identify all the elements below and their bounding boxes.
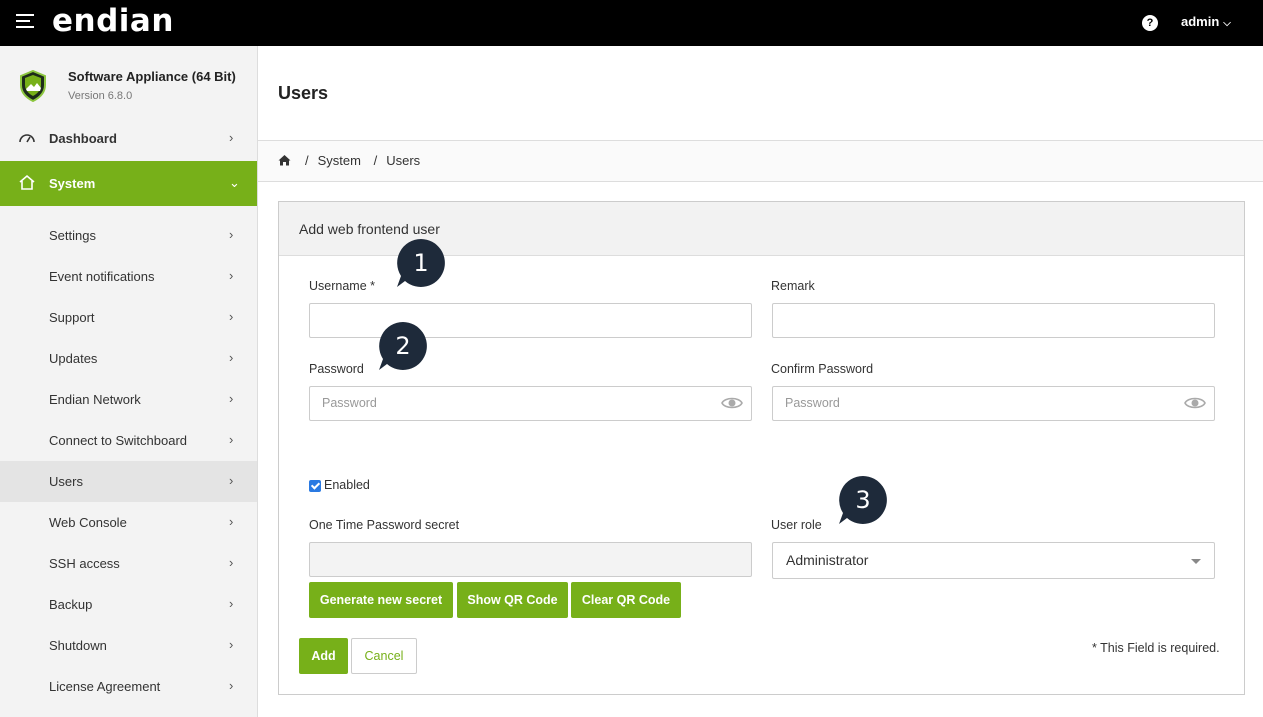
username-input[interactable] — [309, 303, 752, 338]
product-brand: Software Appliance (64 Bit) Version 6.8.… — [0, 46, 257, 116]
panel-title: Add web frontend user — [299, 221, 440, 237]
sidebar-item-ssh-access[interactable]: SSH access › — [0, 543, 257, 584]
callout-number: 1 — [413, 249, 429, 277]
sidebar-item-dashboard[interactable]: Dashboard › — [0, 118, 257, 159]
sidebar-item-label: SSH access — [49, 556, 120, 571]
clear-qr-code-button[interactable]: Clear QR Code — [571, 582, 681, 618]
username-label: Username * — [309, 279, 375, 293]
sidebar-item-shutdown[interactable]: Shutdown › — [0, 625, 257, 666]
gauge-icon — [19, 134, 35, 143]
sidebar-item-connect-to-switchboard[interactable]: Connect to Switchboard › — [0, 420, 257, 461]
help-icon[interactable]: ? — [1142, 15, 1158, 31]
sidebar-item-label: Event notifications — [49, 269, 155, 284]
sidebar-item-label: Endian Network — [49, 392, 141, 407]
chevron-right-icon: › — [229, 350, 234, 365]
sidebar-item-label: Backup — [49, 597, 93, 612]
confirm-password-placeholder: Password — [785, 396, 840, 410]
user-role-value: Administrator — [786, 552, 869, 568]
home-icon[interactable] — [278, 154, 291, 166]
remark-label: Remark — [771, 279, 815, 293]
main-content: Users / System / Users Add web frontend us… — [258, 46, 1263, 717]
sidebar-item-license-agreement[interactable]: License Agreement › — [0, 666, 257, 707]
product-version: Version 6.8.0 — [68, 90, 133, 102]
sidebar-item-label: Web Console — [49, 515, 127, 530]
otp-secret-input — [309, 542, 752, 577]
password-input[interactable]: Password — [309, 386, 752, 421]
chevron-right-icon: › — [229, 637, 234, 652]
sidebar-item-label: License Agreement — [49, 679, 161, 694]
chevron-down-icon: ⌄ — [229, 175, 240, 190]
callout-3: 3 — [838, 475, 888, 525]
show-qr-code-button[interactable]: Show QR Code — [457, 582, 568, 618]
sidebar-item-users[interactable]: Users › — [0, 461, 257, 502]
sidebar-item-label: System — [49, 176, 96, 191]
chevron-right-icon: › — [229, 678, 234, 693]
endian-logo[interactable]: endian — [52, 3, 174, 39]
sidebar-item-settings[interactable]: Settings › — [0, 215, 257, 256]
shield-logo-icon — [20, 70, 46, 102]
hamburger-menu-icon[interactable] — [16, 14, 34, 30]
product-name: Software Appliance (64 Bit) — [68, 69, 236, 84]
password-placeholder: Password — [322, 396, 377, 410]
sidebar-item-event-notifications[interactable]: Event notifications › — [0, 256, 257, 297]
sidebar-item-label: Shutdown — [49, 638, 107, 653]
sidebar-item-support[interactable]: Support › — [0, 297, 257, 338]
sidebar-item-label: Settings — [49, 228, 96, 243]
sidebar-item-updates[interactable]: Updates › — [0, 338, 257, 379]
cancel-button[interactable]: Cancel — [351, 638, 417, 674]
sidebar-item-label: Support — [49, 310, 95, 325]
eye-icon[interactable] — [1184, 395, 1206, 411]
sidebar-item-label: Dashboard — [49, 131, 117, 146]
breadcrumb-separator: / — [305, 153, 309, 168]
home-icon — [19, 174, 35, 190]
callout-1: 1 — [396, 238, 446, 288]
page-header: Users — [258, 46, 1263, 141]
chevron-right-icon: › — [229, 227, 234, 242]
sidebar-item-label: Users — [49, 474, 83, 489]
required-field-note: * This Field is required. — [1092, 641, 1220, 655]
sidebar-item-web-console[interactable]: Web Console › — [0, 502, 257, 543]
enabled-checkbox[interactable] — [309, 480, 321, 492]
confirm-password-input[interactable]: Password — [772, 386, 1215, 421]
chevron-right-icon: › — [229, 596, 234, 611]
dropdown-caret-icon — [1191, 559, 1201, 564]
enabled-label: Enabled — [324, 478, 370, 492]
chevron-right-icon: › — [229, 130, 234, 145]
breadcrumb: / System / Users — [258, 141, 1263, 182]
callout-number: 2 — [395, 332, 411, 360]
sidebar-item-backup[interactable]: Backup › — [0, 584, 257, 625]
breadcrumb-trail: / System / Users — [305, 153, 420, 168]
remark-input[interactable] — [772, 303, 1215, 338]
chevron-down-icon: ⌵ — [1223, 18, 1231, 29]
breadcrumb-users: Users — [386, 153, 421, 168]
user-role-select[interactable]: Administrator — [772, 542, 1215, 579]
sidebar-item-label: Updates — [49, 351, 98, 366]
otp-secret-label: One Time Password secret — [309, 518, 460, 532]
eye-icon[interactable] — [721, 395, 743, 411]
chevron-right-icon: › — [229, 473, 234, 488]
sidebar: Software Appliance (64 Bit) Version 6.8.… — [0, 46, 258, 717]
generate-secret-button[interactable]: Generate new secret — [309, 582, 453, 618]
callout-number: 3 — [855, 486, 871, 514]
sidebar-item-endian-network[interactable]: Endian Network › — [0, 379, 257, 420]
sidebar-item-system[interactable]: System ⌄ — [0, 161, 257, 206]
chevron-right-icon: › — [229, 391, 234, 406]
breadcrumb-separator: / — [373, 153, 378, 168]
sidebar-item-label: Connect to Switchboard — [49, 433, 188, 448]
breadcrumb-system[interactable]: System — [318, 153, 361, 168]
chevron-right-icon: › — [229, 268, 234, 283]
user-name: admin — [1181, 14, 1220, 29]
page-title: Users — [278, 83, 329, 103]
callout-2: 2 — [378, 321, 428, 371]
confirm-password-label: Confirm Password — [771, 362, 874, 376]
chevron-right-icon: › — [229, 432, 234, 447]
add-button[interactable]: Add — [299, 638, 348, 674]
user-role-label: User role — [771, 518, 822, 532]
chevron-right-icon: › — [229, 555, 234, 570]
user-menu[interactable]: admin ⌵ — [1181, 14, 1231, 29]
chevron-right-icon: › — [229, 309, 234, 324]
top-bar: endian ? admin ⌵ — [0, 0, 1263, 46]
chevron-right-icon: › — [229, 514, 234, 529]
password-label: Password — [309, 362, 364, 376]
